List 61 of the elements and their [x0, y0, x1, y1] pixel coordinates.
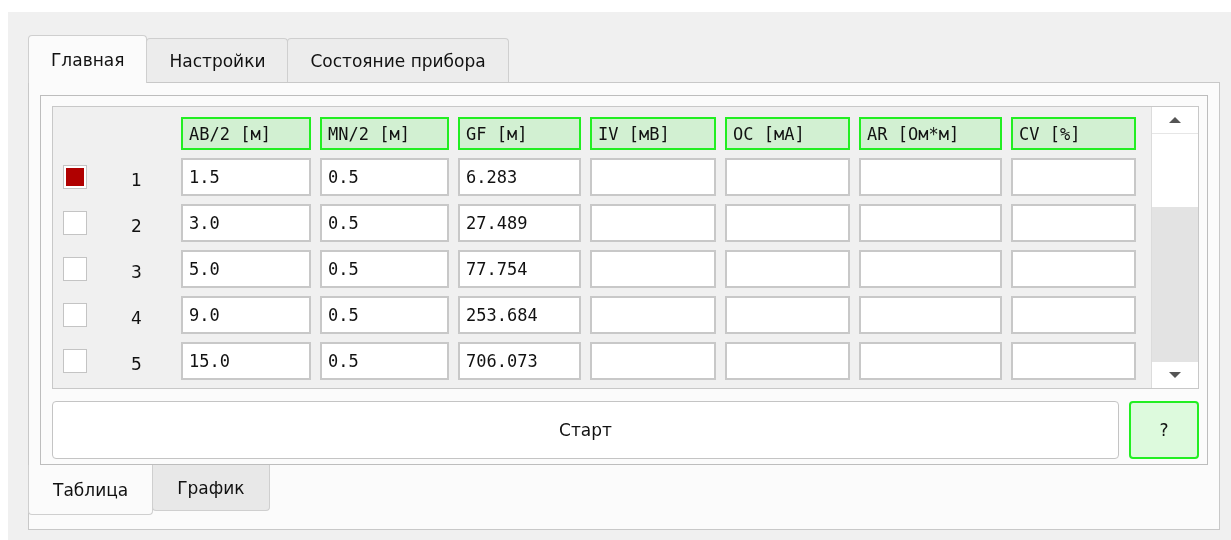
column-header: AR [Ом*м]	[859, 117, 1002, 150]
input-field[interactable]	[1011, 250, 1136, 288]
input-field[interactable]	[859, 342, 1002, 380]
scroll-up-icon[interactable]	[1168, 115, 1182, 125]
row-number: 5	[131, 354, 142, 374]
input-field[interactable]	[1011, 342, 1136, 380]
input-field[interactable]	[859, 296, 1002, 334]
tab[interactable]: Главная	[28, 35, 148, 83]
input-field[interactable]	[590, 250, 716, 288]
checkbox[interactable]	[63, 349, 87, 373]
input-field[interactable]: 0.5	[320, 296, 449, 334]
checkbox[interactable]	[63, 303, 87, 327]
input-field[interactable]: 0.5	[320, 158, 449, 196]
input-field[interactable]	[590, 342, 716, 380]
input-field[interactable]: 27.489	[458, 204, 581, 242]
column-header: CV [%]	[1011, 117, 1136, 150]
input-field[interactable]: 1.5	[181, 158, 311, 196]
input-field[interactable]: 6.283	[458, 158, 581, 196]
input-field[interactable]	[590, 158, 716, 196]
input-field[interactable]	[1011, 204, 1136, 242]
input-field[interactable]	[1011, 296, 1136, 334]
row-number: 3	[131, 262, 142, 282]
input-field[interactable]	[725, 250, 850, 288]
input-field[interactable]: 77.754	[458, 250, 581, 288]
start-button[interactable]: Старт	[52, 401, 1119, 459]
column-header: AB/2 [м]	[181, 117, 311, 150]
input-field[interactable]: 253.684	[458, 296, 581, 334]
row-number: 1	[131, 170, 142, 190]
input-field[interactable]	[859, 250, 1002, 288]
tab[interactable]: Настройки	[146, 38, 289, 82]
column-header: OC [мА]	[725, 117, 850, 150]
tab[interactable]: Состояние прибора	[287, 38, 509, 82]
input-field[interactable]: 706.073	[458, 342, 581, 380]
input-field[interactable]	[1011, 158, 1136, 196]
column-header: GF [м]	[458, 117, 581, 150]
row-number: 2	[131, 216, 142, 236]
input-field[interactable]	[725, 158, 850, 196]
input-field[interactable]	[859, 158, 1002, 196]
input-field[interactable]	[725, 296, 850, 334]
input-field[interactable]: 3.0	[181, 204, 311, 242]
input-field[interactable]	[590, 296, 716, 334]
checkbox[interactable]	[63, 211, 87, 235]
checkbox[interactable]	[63, 257, 87, 281]
tab[interactable]: График	[152, 465, 270, 511]
column-header: IV [мВ]	[590, 117, 716, 150]
input-field[interactable]: 0.5	[320, 204, 449, 242]
input-field[interactable]	[725, 204, 850, 242]
scroll-down-icon[interactable]	[1168, 370, 1182, 380]
input-field[interactable]: 0.5	[320, 250, 449, 288]
input-field[interactable]: 5.0	[181, 250, 311, 288]
input-field[interactable]	[859, 204, 1002, 242]
input-field[interactable]	[590, 204, 716, 242]
tab[interactable]: Таблица	[28, 465, 154, 515]
help-button[interactable]: ?	[1129, 401, 1199, 459]
input-field[interactable]	[725, 342, 850, 380]
row-number: 4	[131, 308, 142, 328]
scrollbar[interactable]	[1151, 107, 1198, 388]
input-field[interactable]: 9.0	[181, 296, 311, 334]
input-field[interactable]: 15.0	[181, 342, 311, 380]
input-field[interactable]: 0.5	[320, 342, 449, 380]
column-header: MN/2 [м]	[320, 117, 449, 150]
